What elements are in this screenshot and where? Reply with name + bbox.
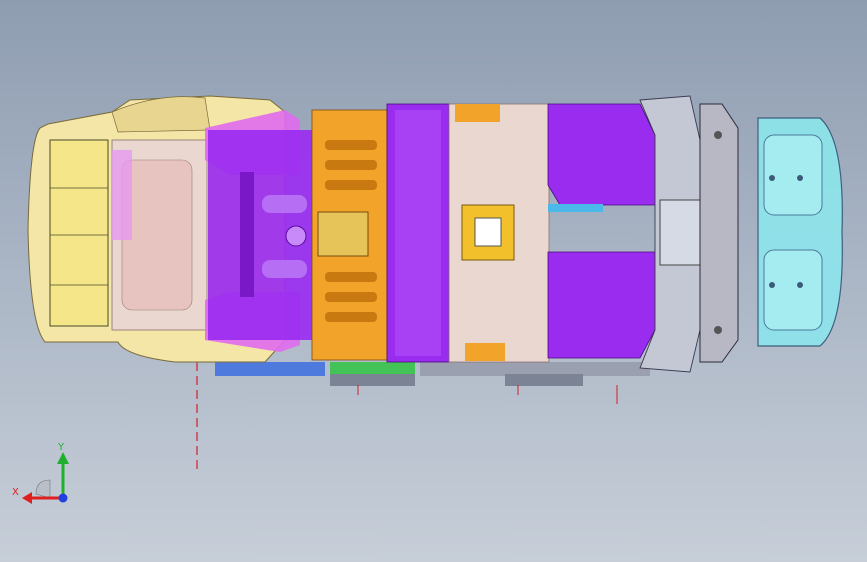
cover-panel-top xyxy=(763,134,823,216)
cover-bolt-2 xyxy=(797,175,803,181)
orange-slot-4 xyxy=(325,272,377,282)
orange-slot-3 xyxy=(325,180,377,190)
cab-floor-pink xyxy=(112,150,132,240)
frame-rail-blue xyxy=(215,362,325,376)
triad-base-icon xyxy=(35,479,51,499)
cover-bolt-1 xyxy=(769,175,775,181)
axis-triad: Y X xyxy=(12,442,69,504)
rear-floor-orange-top xyxy=(455,104,500,122)
tunnel-highlight xyxy=(395,110,441,356)
cover-panel-bottom xyxy=(763,249,823,331)
rear-floor-orange-bottom xyxy=(465,343,505,361)
purple-rear-upper xyxy=(547,103,656,206)
rear-floor-insert xyxy=(474,217,502,247)
cross-member-left xyxy=(330,374,415,386)
rear-crossmember-inner xyxy=(659,199,701,266)
cover-bolt-3 xyxy=(769,282,775,288)
tail-frame xyxy=(699,103,739,363)
graphics-viewport[interactable]: Y X xyxy=(0,0,867,562)
z-axis-dot xyxy=(58,493,68,503)
frame-rail-green xyxy=(330,362,415,374)
y-axis-label: Y xyxy=(57,442,65,453)
floor-rib-1 xyxy=(240,172,254,297)
tail-bolt-1 xyxy=(714,131,722,139)
orange-slot-5 xyxy=(325,292,377,302)
floor-rib-2 xyxy=(262,195,307,213)
orange-slot-1 xyxy=(325,140,377,150)
cyan-bracket xyxy=(548,204,603,212)
cab-floor-recess xyxy=(121,159,193,311)
cover-bolt-4 xyxy=(797,282,803,288)
frame-rail-grey xyxy=(420,362,650,376)
y-axis-arrowhead xyxy=(57,452,69,464)
orange-center xyxy=(317,211,369,257)
x-axis-arrowhead xyxy=(22,492,32,504)
orange-slot-2 xyxy=(325,160,377,170)
purple-rear-lower xyxy=(547,251,656,359)
x-axis-label: X xyxy=(12,487,19,498)
floor-boss xyxy=(285,225,307,247)
front-grille xyxy=(49,139,109,327)
floor-rib-3 xyxy=(262,260,307,278)
tail-bolt-2 xyxy=(714,326,722,334)
cross-member-right xyxy=(505,374,583,386)
vehicle-model[interactable] xyxy=(0,0,867,562)
orange-slot-6 xyxy=(325,312,377,322)
